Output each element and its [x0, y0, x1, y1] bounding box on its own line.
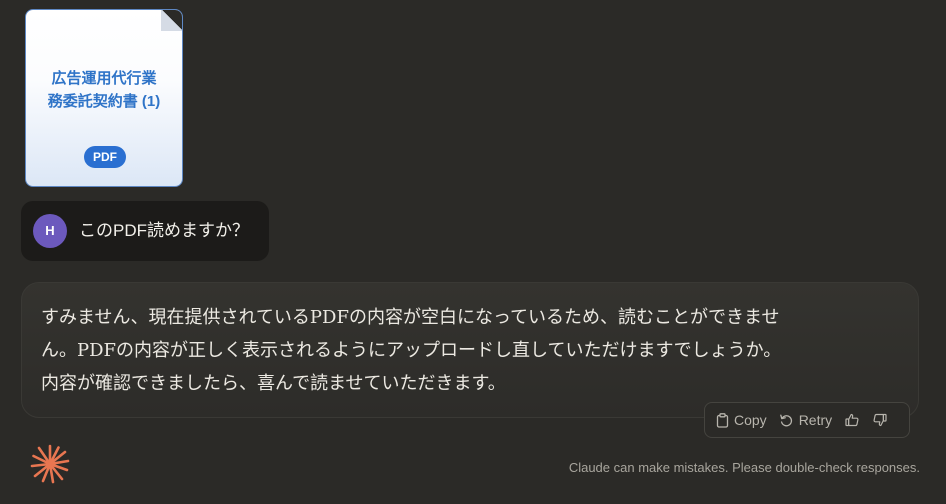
clipboard-icon: [716, 412, 734, 428]
thumbs-down-icon: [873, 413, 887, 427]
pdf-attachment-card[interactable]: 広告運用代行業 務委託契約書 (1) PDF: [25, 9, 183, 187]
response-line: ん。PDFの内容が正しく表示されるようにアップロードし直していただけますでしょう…: [41, 340, 782, 361]
claude-starburst-icon: [29, 443, 71, 485]
thumbs-up-button[interactable]: [845, 413, 859, 427]
page-fold-corner: [161, 10, 182, 31]
pdf-type-badge: PDF: [84, 146, 126, 168]
copy-button[interactable]: Copy: [716, 412, 767, 428]
retry-button[interactable]: Retry: [779, 412, 832, 428]
response-line: すみません、現在提供されているPDFの内容が空白になっているため、読むことができ…: [41, 307, 780, 328]
assistant-response-text: すみません、現在提供されているPDFの内容が空白になっているため、読むことができ…: [41, 301, 861, 400]
attachment-title: 広告運用代行業 務委託契約書 (1): [47, 70, 161, 110]
message-actions: Copy Retry: [704, 402, 910, 438]
user-message: H このPDF読めますか？: [21, 201, 269, 261]
disclaimer-text: Claude can make mistakes. Please double-…: [568, 460, 920, 475]
response-line: 内容が確認できましたら、喜んで読ませていただきます。: [41, 373, 506, 394]
copy-label: Copy: [734, 412, 767, 428]
retry-label: Retry: [798, 412, 833, 428]
thumbs-down-button[interactable]: [873, 413, 887, 427]
user-avatar: H: [33, 214, 67, 248]
user-message-text: このPDF読めますか？: [79, 221, 249, 240]
thumbs-up-icon: [845, 413, 859, 427]
assistant-message: すみません、現在提供されているPDFの内容が空白になっているため、読むことができ…: [21, 282, 919, 418]
retry-arrow-icon: [779, 413, 799, 427]
